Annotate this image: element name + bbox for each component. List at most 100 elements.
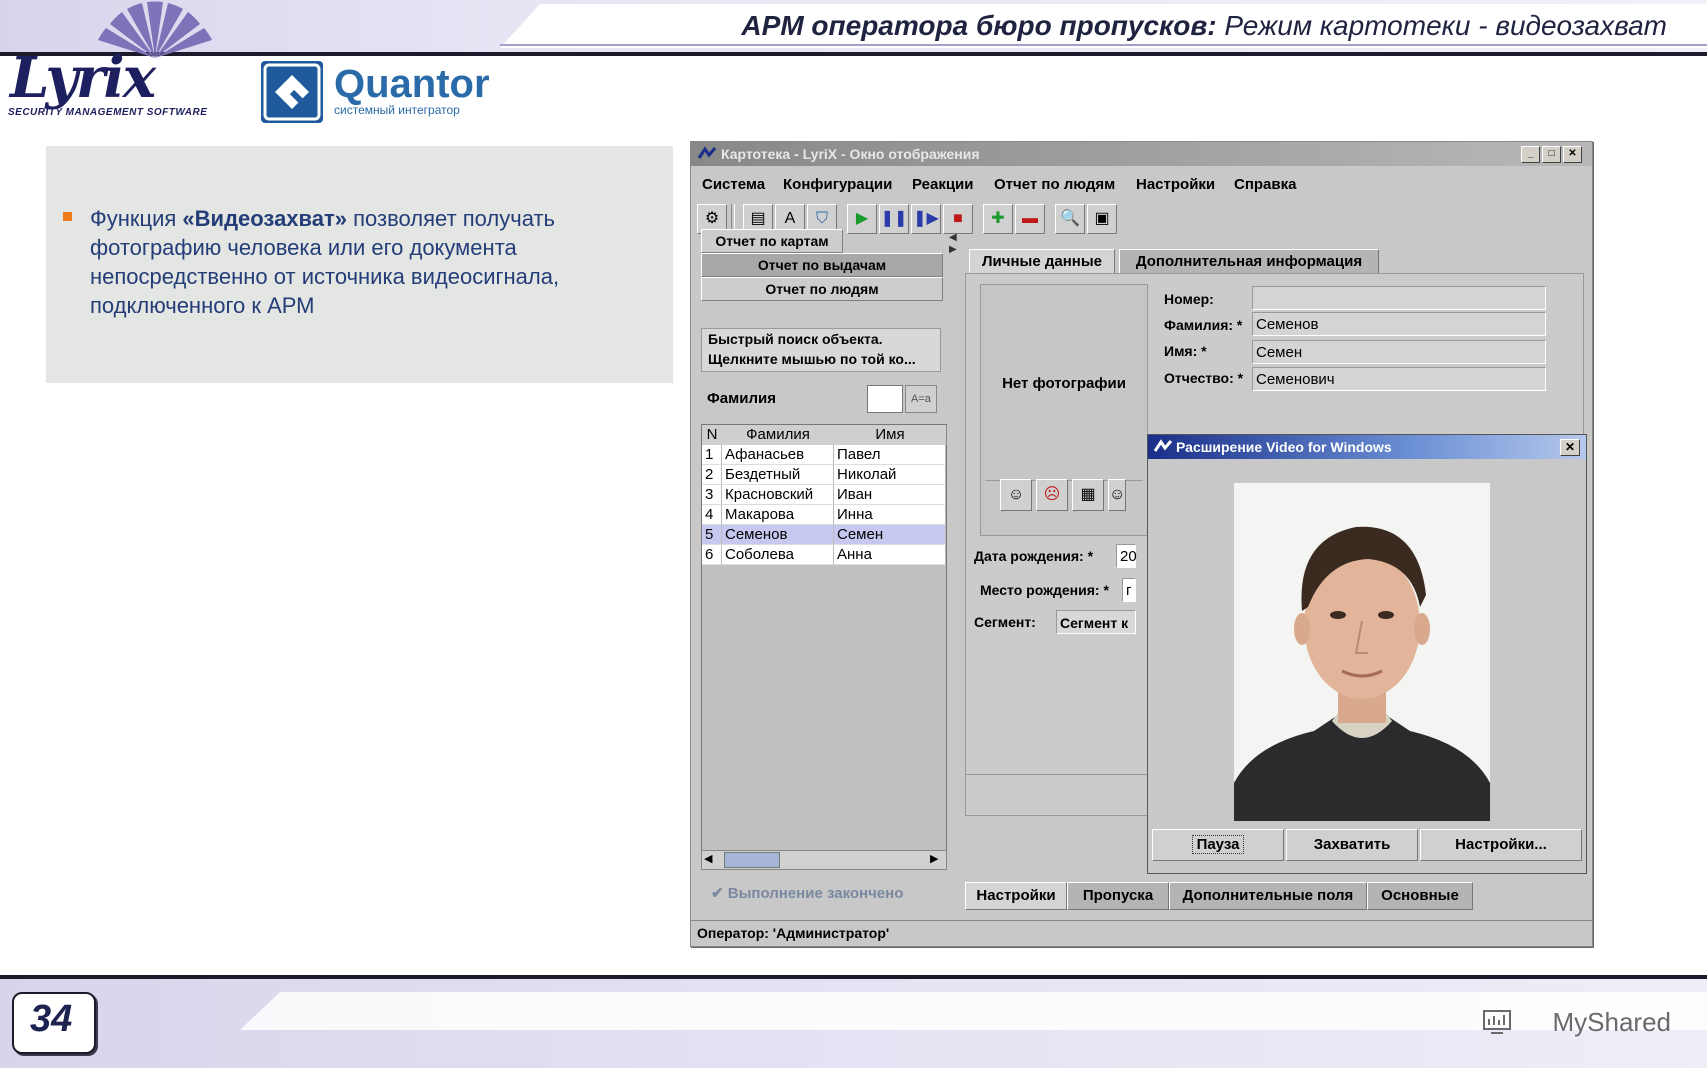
capture-button[interactable]: Захватить: [1286, 829, 1418, 861]
tab-personal-data[interactable]: Личные данные: [969, 249, 1115, 275]
column-header-n[interactable]: N: [702, 425, 723, 446]
video-preview: [1234, 483, 1490, 821]
window-title: Картотека - LyriX - Окно отображения: [721, 146, 980, 162]
cell-n: 5: [702, 525, 722, 545]
pause-button-label: Пауза: [1191, 835, 1245, 854]
dialog-titlebar[interactable]: Расширение Video for Windows ✕: [1148, 435, 1586, 459]
myshared-logo-icon: [1483, 1010, 1511, 1034]
quantor-logo-subtitle: системный интегратор: [334, 103, 460, 117]
cell-surname: Афанасьев: [722, 445, 834, 465]
photo-delete-icon[interactable]: ☹: [1036, 479, 1068, 511]
cell-surname: Соболева: [722, 545, 834, 565]
menu-configurations[interactable]: Конфигурации: [783, 176, 892, 193]
maximize-button[interactable]: □: [1542, 146, 1561, 163]
photo-more-icon[interactable]: ☺: [1108, 479, 1126, 511]
tab-settings[interactable]: Настройки: [965, 882, 1067, 910]
cell-n: 2: [702, 465, 722, 485]
birth-date-field[interactable]: 20: [1116, 544, 1137, 568]
cell-n: 4: [702, 505, 722, 525]
cell-n: 3: [702, 485, 722, 505]
minimize-button[interactable]: _: [1521, 146, 1540, 163]
tab-additional-fields[interactable]: Дополнительные поля: [1169, 882, 1367, 910]
name-field[interactable]: Семен: [1252, 340, 1546, 364]
scroll-thumb[interactable]: [724, 852, 780, 868]
dialog-title: Расширение Video for Windows: [1176, 439, 1392, 455]
menu-reactions[interactable]: Реакции: [912, 176, 974, 193]
report-cards-button[interactable]: Отчет по картам: [701, 229, 843, 253]
execution-status-text: Выполнение закончено: [727, 885, 904, 902]
slide-title: АРМ оператора бюро пропусков: Режим карт…: [741, 10, 1667, 41]
quantor-logo: Quantor: [334, 62, 490, 106]
photo-capture-icon[interactable]: ☺: [1000, 479, 1032, 511]
segment-select[interactable]: Сегмент к: [1056, 610, 1136, 634]
header-accent-line: [500, 44, 1707, 46]
photo-load-icon[interactable]: ▦: [1072, 479, 1104, 511]
save-icon[interactable]: ▣: [1087, 204, 1117, 234]
status-bar: Оператор: 'Администратор': [691, 920, 1592, 945]
step-icon[interactable]: ❚▶: [911, 204, 941, 234]
play-icon[interactable]: ▶: [847, 204, 877, 234]
close-button[interactable]: ✕: [1563, 146, 1582, 163]
add-icon[interactable]: ✚: [983, 204, 1013, 234]
pause-button[interactable]: Пауза: [1152, 829, 1284, 861]
menu-help[interactable]: Справка: [1234, 176, 1296, 193]
birth-date-label: Дата рождения: *: [974, 548, 1094, 564]
remove-icon[interactable]: ▬: [1015, 204, 1045, 234]
surname-field[interactable]: Семенов: [1252, 312, 1546, 336]
description-text: Функция «Видеозахват» позволяет получать…: [90, 206, 560, 318]
myshared-watermark: MyShared: [1552, 1007, 1672, 1037]
dialog-close-button[interactable]: ✕: [1560, 439, 1580, 456]
cell-n: 6: [702, 545, 722, 565]
menu-settings[interactable]: Настройки: [1136, 176, 1215, 193]
menu-report-people[interactable]: Отчет по людям: [994, 176, 1115, 193]
people-table: N Фамилия Имя 1 Афанасьев Павел 2 Бездетный Н…: [701, 424, 947, 866]
scroll-right-icon[interactable]: ▶: [930, 852, 938, 865]
cell-surname: Семенов: [722, 525, 834, 545]
lyrix-logo-subtitle: SECURITY MANAGEMENT SOFTWARE: [8, 107, 208, 118]
segment-label: Сегмент:: [974, 614, 1036, 630]
cell-surname: Красновский: [722, 485, 834, 505]
number-label: Номер:: [1164, 291, 1214, 307]
cell-name: Семен: [834, 525, 946, 545]
cell-name: Павел: [834, 445, 946, 465]
cell-name: Анна: [834, 545, 946, 565]
quick-search-line1: Быстрый поиск объекта.: [708, 331, 883, 347]
video-capture-dialog: Расширение Video for Windows ✕ Пауза Зах…: [1147, 434, 1587, 874]
number-field[interactable]: [1252, 286, 1546, 310]
column-header-name[interactable]: Имя: [834, 425, 947, 446]
quick-search-line2: Щелкните мышью по той ко...: [708, 351, 916, 367]
cell-surname: Бездетный: [722, 465, 834, 485]
name-label: Имя: *: [1164, 343, 1207, 359]
pause-icon[interactable]: ❚❚: [879, 204, 909, 234]
tab-passes[interactable]: Пропуска: [1067, 882, 1169, 910]
cell-n: 1: [702, 445, 722, 465]
tab-main[interactable]: Основные: [1367, 882, 1473, 910]
preview-icon[interactable]: 🔍: [1055, 204, 1085, 234]
case-toggle-button[interactable]: A=a: [905, 385, 937, 413]
report-issues-button[interactable]: Отчет по выдачам: [701, 253, 943, 277]
window-titlebar[interactable]: Картотека - LyriX - Окно отображения _ □…: [691, 142, 1592, 166]
cell-surname: Макарова: [722, 505, 834, 525]
quick-search-hint: Быстрый поиск объекта. Щелкните мышью по…: [701, 328, 941, 372]
patronymic-field[interactable]: Семенович: [1252, 367, 1546, 391]
birth-place-field[interactable]: г: [1122, 578, 1136, 602]
scroll-left-icon[interactable]: ◀: [704, 852, 712, 865]
page-number: 34: [30, 998, 73, 1040]
splitter-arrows-icon[interactable]: ◀ ▶: [949, 232, 957, 256]
horizontal-scrollbar[interactable]: ◀ ▶: [701, 850, 947, 870]
person-photo: [1234, 483, 1490, 821]
birth-place-label: Место рождения: *: [980, 582, 1109, 598]
dialog-settings-button[interactable]: Настройки...: [1420, 829, 1582, 861]
operator-status: Оператор: 'Администратор': [697, 925, 890, 941]
surname-label: Фамилия: *: [1164, 317, 1243, 333]
column-header-surname[interactable]: Фамилия: [722, 425, 835, 446]
tab-additional-info[interactable]: Дополнительная информация: [1119, 249, 1379, 275]
no-photo-label: Нет фотографии: [1002, 375, 1126, 392]
menu-system[interactable]: Система: [702, 176, 765, 193]
surname-filter-input[interactable]: [867, 385, 903, 413]
patronymic-label: Отчество: *: [1164, 370, 1244, 386]
app-logo-icon: [697, 146, 717, 159]
report-people-button[interactable]: Отчет по людям: [701, 277, 943, 301]
cell-name: Инна: [834, 505, 946, 525]
stop-icon[interactable]: ■: [943, 204, 973, 234]
